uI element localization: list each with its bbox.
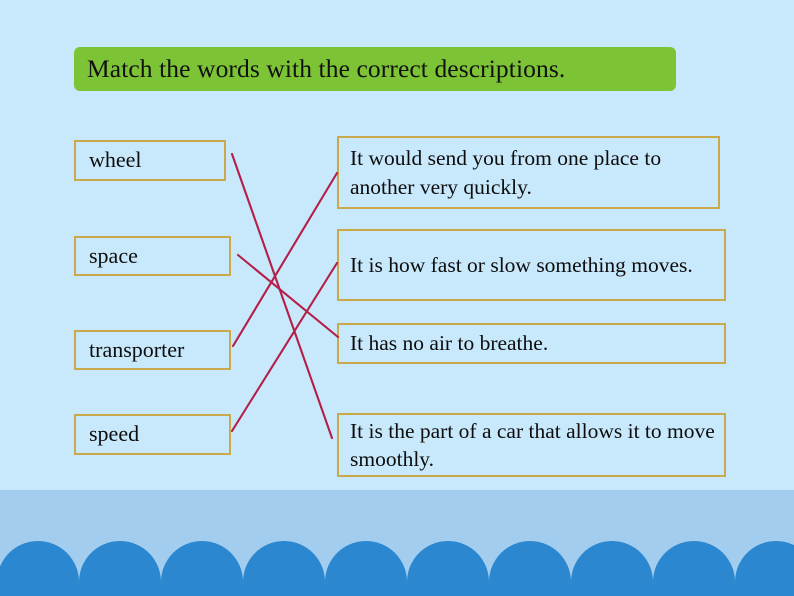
word-box-transporter[interactable]: transporter [74, 330, 231, 370]
word-label: transporter [89, 336, 185, 362]
connector-transporter-to-description-1 [231, 171, 339, 348]
word-label: speed [89, 421, 140, 447]
word-box-speed[interactable]: speed [74, 414, 231, 455]
description-box-3[interactable]: It has no air to breathe. [337, 323, 726, 364]
connector-space-to-description-3 [236, 253, 340, 339]
description-label: It has no air to breathe. [350, 331, 549, 356]
description-box-2[interactable]: It is how fast or slow something moves. [337, 229, 726, 301]
page-title: Match the words with the correct descrip… [87, 54, 566, 84]
description-box-1[interactable]: It would send you from one place to anot… [337, 136, 720, 209]
description-label: It is how fast or slow something moves. [350, 252, 693, 277]
slide-title-bar: Match the words with the correct descrip… [74, 47, 676, 91]
decorative-bottom-band [0, 490, 794, 596]
word-box-space[interactable]: space [74, 236, 231, 276]
description-label: It is the part of a car that allows it t… [350, 418, 715, 471]
bubble-pattern [0, 541, 794, 596]
description-label: It would send you from one place to anot… [350, 146, 662, 199]
word-label: space [89, 242, 138, 268]
word-label: wheel [89, 147, 142, 173]
connector-wheel-to-description-4 [230, 152, 334, 440]
description-box-4[interactable]: It is the part of a car that allows it t… [337, 413, 726, 477]
connector-speed-to-description-2 [230, 261, 339, 433]
slide-canvas: Match the words with the correct descrip… [0, 0, 794, 596]
word-box-wheel[interactable]: wheel [74, 140, 226, 181]
